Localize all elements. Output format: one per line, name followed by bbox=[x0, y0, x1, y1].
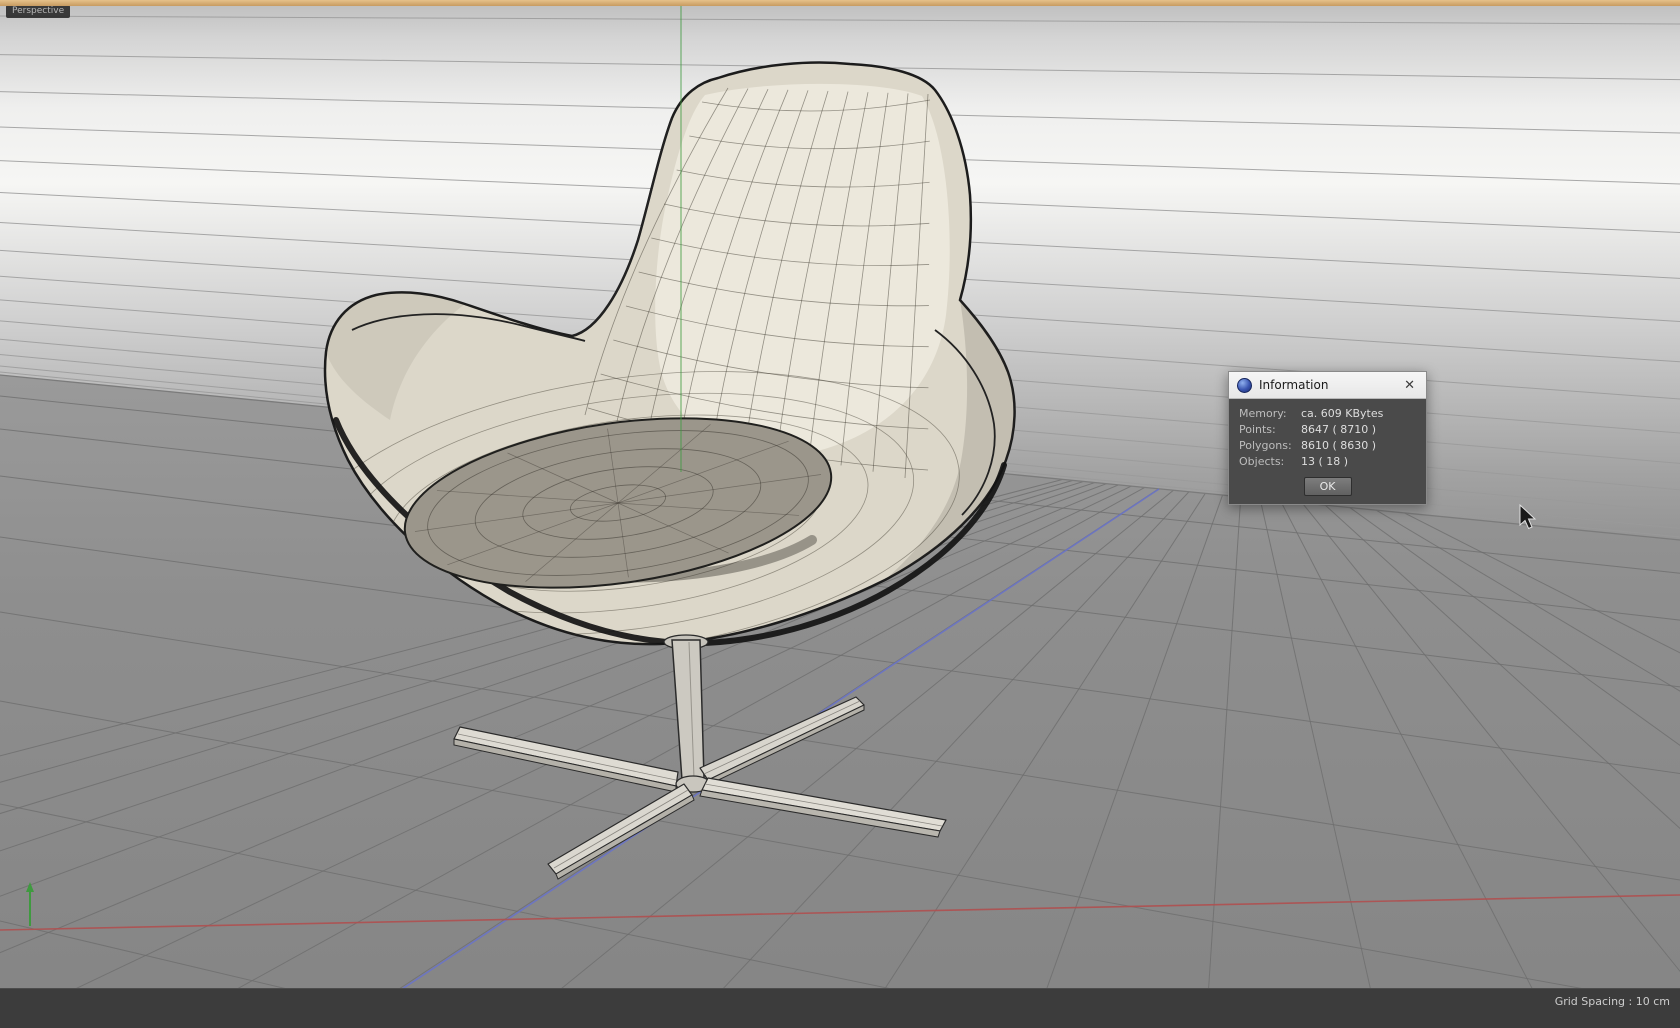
scene-svg bbox=[0, 0, 1680, 1028]
close-icon[interactable]: ✕ bbox=[1401, 377, 1418, 394]
memory-label: Memory: bbox=[1239, 407, 1287, 420]
status-bar: Grid Spacing : 10 cm bbox=[0, 988, 1680, 1028]
camera-label: Perspective bbox=[6, 5, 71, 18]
dialog-row-objects: Objects: 13 ( 18 ) bbox=[1229, 454, 1426, 470]
information-dialog: Information ✕ Memory: ca. 609 KBytes Poi… bbox=[1228, 371, 1427, 505]
dialog-row-points: Points: 8647 ( 8710 ) bbox=[1229, 422, 1426, 438]
dialog-row-polygons: Polygons: 8610 ( 8630 ) bbox=[1229, 438, 1426, 454]
polygons-label: Polygons: bbox=[1239, 439, 1292, 452]
dialog-titlebar[interactable]: Information ✕ bbox=[1229, 372, 1426, 399]
grid-spacing-status: Grid Spacing : 10 cm bbox=[1554, 995, 1670, 1008]
points-value: 8647 ( 8710 ) bbox=[1301, 423, 1377, 436]
ok-row: OK bbox=[1229, 477, 1426, 496]
objects-value: 13 ( 18 ) bbox=[1301, 455, 1349, 468]
dialog-body: Memory: ca. 609 KBytes Points: 8647 ( 87… bbox=[1229, 399, 1426, 504]
chair-back-inner bbox=[655, 83, 950, 457]
dialog-title: Information bbox=[1259, 378, 1329, 392]
window-edge-strip bbox=[0, 0, 1680, 6]
ok-button[interactable]: OK bbox=[1303, 477, 1352, 496]
app-sphere-icon bbox=[1237, 377, 1252, 393]
polygons-value: 8610 ( 8630 ) bbox=[1301, 439, 1377, 452]
objects-label: Objects: bbox=[1239, 455, 1285, 468]
memory-value: ca. 609 KBytes bbox=[1301, 407, 1384, 420]
points-label: Points: bbox=[1239, 423, 1276, 436]
dialog-row-memory: Memory: ca. 609 KBytes bbox=[1229, 406, 1426, 422]
viewport-3d[interactable]: Perspective Information ✕ Memory: ca. 60… bbox=[0, 0, 1680, 1028]
